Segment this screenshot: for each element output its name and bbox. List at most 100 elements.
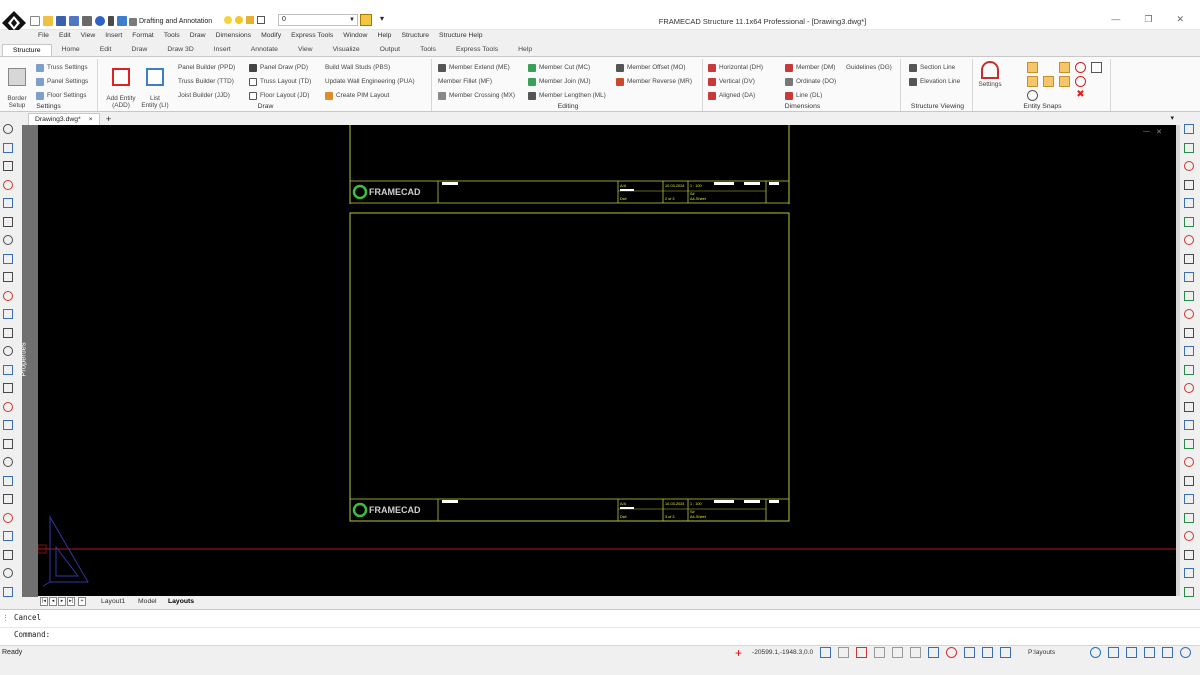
member-crossing-button[interactable]: Member Crossing (MX) xyxy=(438,90,515,101)
tab-layout1[interactable]: Layout1 xyxy=(101,596,125,607)
dim-member-button[interactable]: Member (DM) xyxy=(785,62,835,73)
snap-mode-icon[interactable] xyxy=(820,647,831,658)
build-wall-studs-button[interactable]: Build Wall Studs (PBS) xyxy=(325,62,390,73)
rectangle-icon[interactable] xyxy=(3,235,13,245)
dim-ordinate-button[interactable]: Ordinate (DO) xyxy=(785,76,836,87)
zoom-out-icon[interactable] xyxy=(3,531,13,541)
add-entity-button[interactable]: Add Entity (ADD) xyxy=(103,61,139,109)
menu-item-structure[interactable]: Structure xyxy=(396,30,434,41)
align-icon[interactable] xyxy=(1184,420,1194,430)
insert-icon[interactable] xyxy=(3,364,13,375)
scale-icon[interactable] xyxy=(1184,179,1194,190)
add-layout-icon[interactable]: + xyxy=(78,597,86,606)
polyline-icon[interactable] xyxy=(3,142,13,153)
extend-icon[interactable] xyxy=(1184,327,1194,338)
guidelines-button[interactable]: Guidelines (DG) xyxy=(846,62,892,73)
tab-view[interactable]: View xyxy=(288,44,323,56)
selection-cycling-icon[interactable] xyxy=(982,647,993,658)
tab-layouts[interactable]: Layouts xyxy=(168,596,194,607)
joist-builder-button[interactable]: Joist Builder (JJD) xyxy=(178,90,230,101)
menu-item-tools[interactable]: Tools xyxy=(159,30,185,41)
hardware-icon[interactable] xyxy=(1144,647,1155,658)
tab-draw-3d[interactable]: Draw 3D xyxy=(157,44,203,56)
snap-quadrant-icon[interactable] xyxy=(1043,76,1054,87)
tab-structure[interactable]: Structure xyxy=(2,44,52,56)
tab-help[interactable]: Help xyxy=(508,44,542,56)
lineweight-icon[interactable] xyxy=(928,647,939,658)
snap-tangent-icon[interactable] xyxy=(1027,76,1038,87)
hatch-icon[interactable] xyxy=(3,290,13,301)
next-layout-icon[interactable]: ▸ xyxy=(58,597,66,606)
polar-icon[interactable] xyxy=(856,647,867,658)
polygon-icon[interactable] xyxy=(3,253,13,264)
menu-item-view[interactable]: View xyxy=(76,30,101,41)
zoom-realtime-icon[interactable] xyxy=(3,438,13,449)
member-offset-button[interactable]: Member Offset (MO) xyxy=(616,62,685,73)
snap-clear-icon[interactable]: ✖ xyxy=(1075,90,1086,101)
edit-text-icon[interactable] xyxy=(1184,494,1194,504)
truss-builder-button[interactable]: Truss Builder (TTD) xyxy=(178,76,234,87)
grid-icon[interactable] xyxy=(910,647,921,658)
osnap-icon[interactable] xyxy=(874,647,885,658)
erase-icon[interactable] xyxy=(1184,198,1194,208)
match-props-icon[interactable] xyxy=(1184,512,1194,523)
member-lengthen-button[interactable]: Member Lengthen (ML) xyxy=(528,90,606,101)
distance-icon[interactable] xyxy=(1184,586,1194,597)
create-pim-layout-button[interactable]: Create PIM Layout xyxy=(325,90,389,101)
mtext-icon[interactable] xyxy=(3,383,13,393)
annotation-icon[interactable] xyxy=(1000,647,1011,658)
menu-item-express-tools[interactable]: Express Tools xyxy=(286,30,338,41)
copy-icon[interactable] xyxy=(1184,124,1194,134)
panel-draw-button[interactable]: Panel Draw (PD) xyxy=(249,62,308,73)
member-extend-button[interactable]: Member Extend (ME) xyxy=(438,62,510,73)
new-tab-icon[interactable]: + xyxy=(106,113,111,125)
otrack-icon[interactable] xyxy=(892,647,903,658)
panel-builder-button[interactable]: Panel Builder (PPD) xyxy=(178,62,235,73)
regen-icon[interactable] xyxy=(3,568,13,578)
panel-settings-button[interactable]: Panel Settings xyxy=(36,76,88,87)
fillet-icon[interactable] xyxy=(1184,401,1194,412)
dim-horizontal-button[interactable]: Horizontal (DH) xyxy=(708,62,763,73)
menu-item-structure-help[interactable]: Structure Help xyxy=(434,30,487,41)
drawing-canvas[interactable]: FRAMECAD A/A 10-03-2024 1 : 100 S# 2 of … xyxy=(38,125,1176,596)
snap-parallel-icon[interactable] xyxy=(1027,90,1038,101)
menu-item-format[interactable]: Format xyxy=(127,30,159,41)
table-icon[interactable] xyxy=(3,327,13,338)
tab-edit[interactable]: Edit xyxy=(90,44,122,56)
tab-output[interactable]: Output xyxy=(370,44,410,56)
snap-midpoint-icon[interactable] xyxy=(1027,62,1038,73)
menu-item-modify[interactable]: Modify xyxy=(256,30,286,41)
dim-line-button[interactable]: Line (DL) xyxy=(785,90,822,101)
gear-icon[interactable] xyxy=(1090,647,1101,658)
edit-pline-icon[interactable] xyxy=(1184,457,1194,467)
close-icon[interactable]: ✕ xyxy=(1176,14,1184,25)
lock-ui-icon[interactable] xyxy=(1108,647,1119,658)
elevation-line-button[interactable]: Elevation Line xyxy=(909,76,960,87)
tab-express-tools[interactable]: Express Tools xyxy=(446,44,508,56)
snap-intersection-icon[interactable] xyxy=(1059,62,1070,73)
document-tab[interactable]: Drawing3.dwg* × xyxy=(28,113,100,125)
zoom-all-icon[interactable] xyxy=(3,549,13,560)
menu-item-insert[interactable]: Insert xyxy=(100,30,127,41)
mirror-icon[interactable] xyxy=(1184,235,1194,245)
tab-home[interactable]: Home xyxy=(52,44,90,56)
viewport-close-icon[interactable]: ✕ xyxy=(1156,128,1162,136)
menu-item-dimensions[interactable]: Dimensions xyxy=(211,30,257,41)
border-setup-button[interactable]: Border Setup xyxy=(4,61,30,109)
quick-props-icon[interactable] xyxy=(964,647,975,658)
minimize-icon[interactable]: — xyxy=(1111,14,1120,25)
snap-center-icon[interactable] xyxy=(1075,62,1086,73)
ellipse-icon[interactable] xyxy=(3,216,13,227)
menu-item-draw[interactable]: Draw xyxy=(185,30,211,41)
floor-settings-button[interactable]: Floor Settings xyxy=(36,90,86,101)
trim-icon[interactable] xyxy=(1184,309,1194,319)
member-fillet-button[interactable]: Member Fillet (MF) xyxy=(438,76,492,87)
explode-icon[interactable] xyxy=(1184,216,1194,227)
tab-model[interactable]: Model xyxy=(138,596,157,607)
tab-insert[interactable]: Insert xyxy=(204,44,241,56)
circle-icon[interactable] xyxy=(3,198,13,208)
clean-screen-icon[interactable] xyxy=(1162,647,1173,658)
move-icon[interactable] xyxy=(1184,142,1194,153)
snap-insertion-icon[interactable] xyxy=(1059,76,1070,87)
block-icon[interactable] xyxy=(3,346,13,356)
